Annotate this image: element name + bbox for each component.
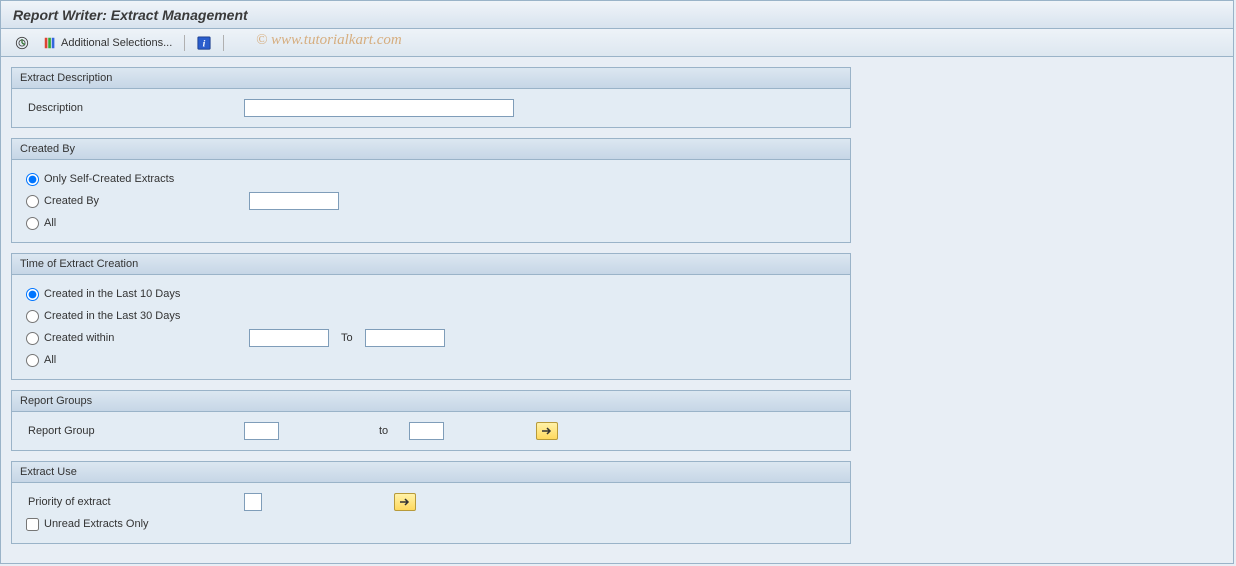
radio-created-by-label: Created By — [44, 195, 249, 207]
arrow-right-icon — [541, 426, 553, 436]
group-header-report-groups: Report Groups — [12, 391, 850, 412]
title-bar: Report Writer: Extract Management — [1, 1, 1233, 29]
additional-selections-button[interactable]: Additional Selections... — [39, 34, 176, 52]
priority-label: Priority of extract — [24, 496, 244, 508]
arrow-right-icon — [399, 497, 411, 507]
radio-last-30-days-label: Created in the Last 30 Days — [44, 310, 180, 322]
created-by-input[interactable] — [249, 192, 339, 210]
report-group-label: Report Group — [24, 425, 244, 437]
to-label: To — [341, 332, 353, 344]
unread-extracts-checkbox[interactable] — [26, 518, 39, 531]
svg-text:i: i — [203, 38, 206, 49]
radio-only-self-created[interactable] — [26, 173, 39, 186]
radio-time-all[interactable] — [26, 354, 39, 367]
radio-time-all-label: All — [44, 354, 56, 366]
priority-input[interactable] — [244, 493, 262, 511]
description-input[interactable] — [244, 99, 514, 117]
selections-icon — [43, 36, 57, 50]
toolbar-separator — [223, 35, 224, 51]
group-extract-description: Extract Description Description — [11, 67, 851, 128]
radio-last-30-days[interactable] — [26, 310, 39, 323]
group-header-time-creation: Time of Extract Creation — [12, 254, 850, 275]
radio-created-within[interactable] — [26, 332, 39, 345]
info-icon: i — [197, 36, 211, 50]
content-area: Extract Description Description Created … — [1, 57, 1233, 564]
execute-button[interactable] — [11, 34, 33, 52]
radio-created-by[interactable] — [26, 195, 39, 208]
report-group-multiple-selection-button[interactable] — [536, 422, 558, 440]
group-header-extract-use: Extract Use — [12, 462, 850, 483]
radio-only-self-created-label: Only Self-Created Extracts — [44, 173, 174, 185]
radio-created-by-all[interactable] — [26, 217, 39, 230]
watermark-text: © www.tutorialkart.com — [256, 32, 402, 49]
group-header-created-by: Created By — [12, 139, 850, 160]
unread-extracts-label: Unread Extracts Only — [44, 518, 149, 530]
description-label: Description — [24, 102, 244, 114]
toolbar-separator — [184, 35, 185, 51]
radio-last-10-days[interactable] — [26, 288, 39, 301]
group-extract-use: Extract Use Priority of extract Unread E… — [11, 461, 851, 544]
created-within-from-input[interactable] — [249, 329, 329, 347]
group-header-extract-description: Extract Description — [12, 68, 850, 89]
additional-selections-label: Additional Selections... — [61, 37, 172, 49]
execute-icon — [15, 36, 29, 50]
report-group-to-input[interactable] — [409, 422, 444, 440]
radio-created-within-label: Created within — [44, 332, 249, 344]
priority-multiple-selection-button[interactable] — [394, 493, 416, 511]
radio-created-by-all-label: All — [44, 217, 56, 229]
report-group-from-input[interactable] — [244, 422, 279, 440]
group-time-creation: Time of Extract Creation Created in the … — [11, 253, 851, 380]
radio-last-10-days-label: Created in the Last 10 Days — [44, 288, 180, 300]
group-created-by: Created By Only Self-Created Extracts Cr… — [11, 138, 851, 243]
toolbar: Additional Selections... i © www.tutoria… — [1, 29, 1233, 57]
group-report-groups: Report Groups Report Group to — [11, 390, 851, 451]
report-group-to-label: to — [379, 425, 409, 437]
created-within-to-input[interactable] — [365, 329, 445, 347]
info-button[interactable]: i — [193, 34, 215, 52]
page-title: Report Writer: Extract Management — [13, 7, 248, 23]
